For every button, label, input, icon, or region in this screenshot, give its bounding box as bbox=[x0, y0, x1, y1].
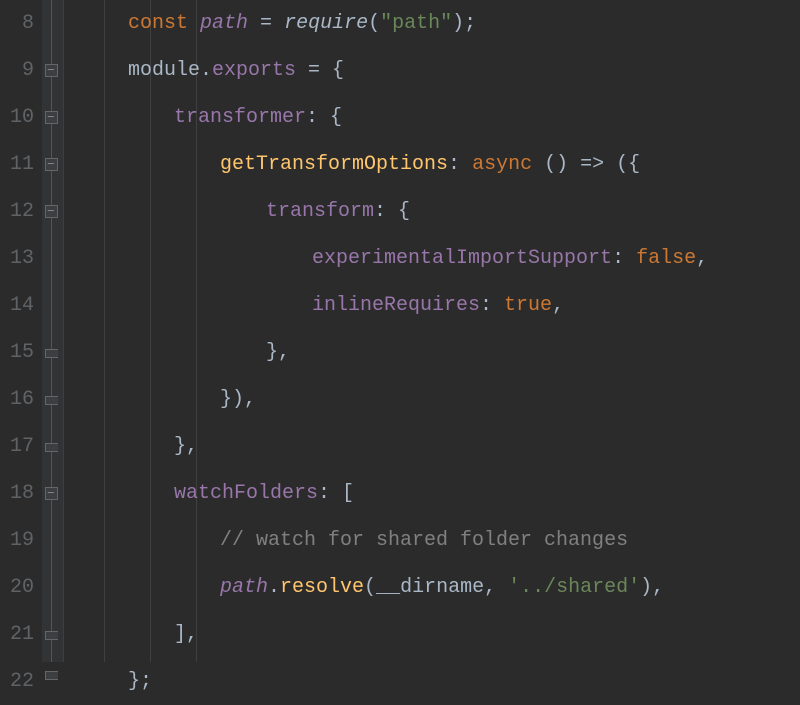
line-number: 9 bbox=[0, 47, 34, 94]
code-line[interactable]: watchFolders: [ bbox=[82, 470, 800, 517]
line-number: 17 bbox=[0, 423, 34, 470]
code-line[interactable]: module.exports = { bbox=[82, 47, 800, 94]
code-line[interactable]: // watch for shared folder changes bbox=[82, 517, 800, 564]
fold-toggle-icon[interactable] bbox=[45, 487, 58, 500]
code-line[interactable]: experimentalImportSupport: false, bbox=[82, 235, 800, 282]
fold-toggle-icon[interactable] bbox=[45, 158, 58, 171]
line-number: 15 bbox=[0, 329, 34, 376]
line-number-gutter: 8 9 10 11 12 13 14 15 16 17 18 19 20 21 … bbox=[0, 0, 42, 662]
fold-toggle-icon[interactable] bbox=[45, 205, 58, 218]
fold-end-icon bbox=[45, 631, 58, 640]
line-number: 22 bbox=[0, 658, 34, 705]
code-content[interactable]: const path = require("path"); module.exp… bbox=[64, 0, 800, 662]
code-editor[interactable]: 8 9 10 11 12 13 14 15 16 17 18 19 20 21 … bbox=[0, 0, 800, 662]
line-number: 16 bbox=[0, 376, 34, 423]
code-line[interactable]: getTransformOptions: async () => ({ bbox=[82, 141, 800, 188]
line-number: 20 bbox=[0, 564, 34, 611]
fold-gutter bbox=[42, 0, 64, 662]
line-number: 19 bbox=[0, 517, 34, 564]
code-line[interactable]: ], bbox=[82, 611, 800, 658]
fold-end-icon bbox=[45, 443, 58, 452]
line-number: 13 bbox=[0, 235, 34, 282]
code-line[interactable]: path.resolve(__dirname, '../shared'), bbox=[82, 564, 800, 611]
line-number: 11 bbox=[0, 141, 34, 188]
line-number: 12 bbox=[0, 188, 34, 235]
line-number: 8 bbox=[0, 0, 34, 47]
code-line[interactable]: }, bbox=[82, 329, 800, 376]
fold-end-icon bbox=[45, 349, 58, 358]
fold-end-icon bbox=[45, 671, 58, 680]
code-line[interactable]: }), bbox=[82, 376, 800, 423]
fold-end-icon bbox=[45, 396, 58, 405]
code-line[interactable]: transformer: { bbox=[82, 94, 800, 141]
code-line[interactable]: }; bbox=[82, 658, 800, 705]
code-line[interactable]: transform: { bbox=[82, 188, 800, 235]
code-line[interactable]: const path = require("path"); bbox=[82, 0, 800, 47]
fold-toggle-icon[interactable] bbox=[45, 64, 58, 77]
fold-toggle-icon[interactable] bbox=[45, 111, 58, 124]
code-line[interactable]: }, bbox=[82, 423, 800, 470]
line-number: 10 bbox=[0, 94, 34, 141]
line-number: 18 bbox=[0, 470, 34, 517]
line-number: 21 bbox=[0, 611, 34, 658]
line-number: 14 bbox=[0, 282, 34, 329]
code-line[interactable]: inlineRequires: true, bbox=[82, 282, 800, 329]
